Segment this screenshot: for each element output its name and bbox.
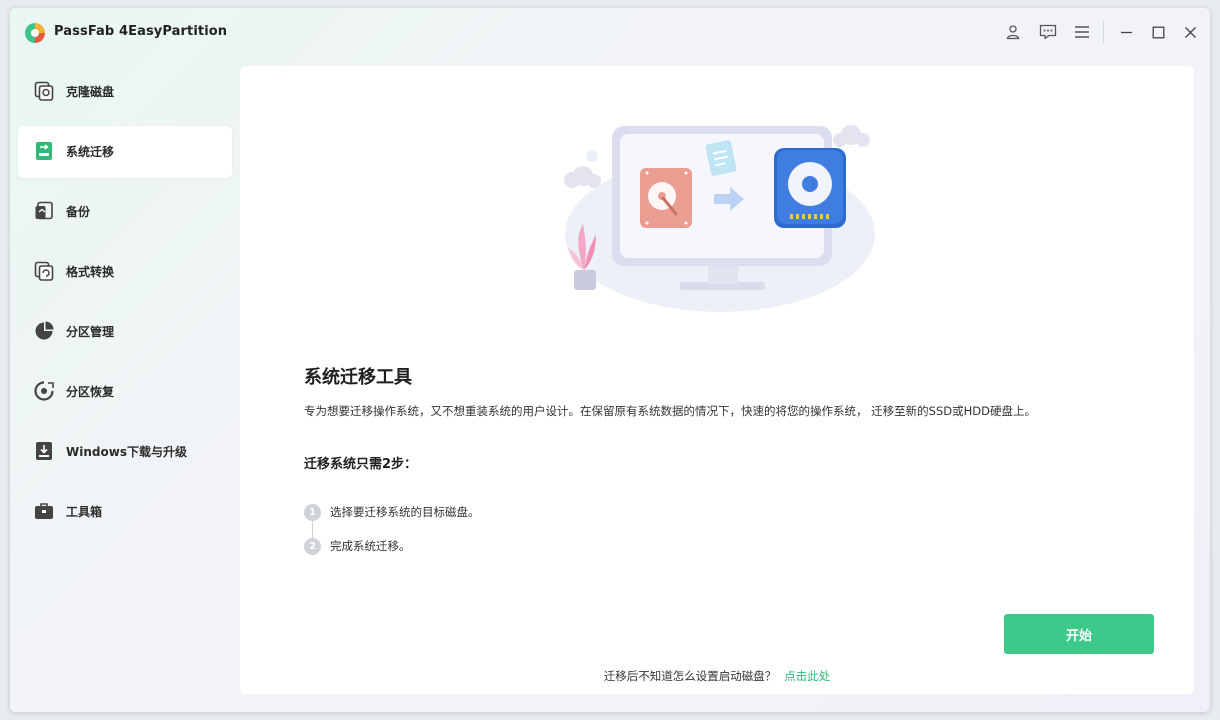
minimize-icon[interactable]: [1114, 20, 1138, 44]
sidebar-item-label: 系统迁移: [66, 145, 115, 159]
sidebar-item-format-convert[interactable]: 格式转换: [18, 246, 232, 298]
format-convert-icon: [34, 261, 54, 281]
cloud-icon: [564, 166, 601, 188]
sidebar-item-label: 备份: [66, 205, 91, 219]
target-disk-icon: [774, 148, 846, 228]
sidebar-item-label: 工具箱: [66, 505, 103, 519]
menu-icon[interactable]: [1070, 20, 1094, 44]
steps-title: 迁移系统只需2步：: [304, 457, 418, 472]
footer-hint-text: 迁移后不知道怎么设置启动磁盘？: [603, 669, 777, 683]
backup-icon: [35, 201, 53, 220]
step-number: 1: [304, 503, 321, 521]
source-disk-icon: [640, 168, 692, 228]
sidebar-item-label: 分区恢复: [66, 385, 115, 399]
start-button[interactable]: 开始: [1004, 614, 1154, 654]
user-icon[interactable]: [1001, 20, 1025, 44]
sidebar-item-partition-manage[interactable]: 分区管理: [18, 306, 232, 358]
app-window: PassFab 4EasyPartition 克隆磁盘 系统迁移 备份 格式转换…: [10, 8, 1210, 712]
sidebar-item-clone-disk[interactable]: 克隆磁盘: [18, 66, 232, 118]
sidebar-item-backup[interactable]: 备份: [18, 186, 232, 238]
partition-recovery-icon: [34, 381, 54, 401]
sidebar-item-system-migration[interactable]: 系统迁移: [18, 126, 232, 178]
sidebar-item-label: 分区管理: [66, 325, 115, 339]
sidebar-item-partition-recovery[interactable]: 分区恢复: [18, 366, 232, 418]
sidebar-item-windows-download[interactable]: Windows下载与升级: [18, 426, 232, 478]
maximize-icon[interactable]: [1146, 20, 1170, 44]
footer-hint: 迁移后不知道怎么设置启动磁盘？ 点击此处: [240, 668, 1194, 684]
sidebar-item-label: Windows下载与升级: [66, 445, 187, 459]
sidebar-item-toolbox[interactable]: 工具箱: [18, 486, 232, 538]
step-item: 1 选择要迁移系统的目标磁盘。: [304, 503, 480, 521]
click-here-link[interactable]: 点击此处: [784, 669, 830, 683]
step-text: 完成系统迁移。: [330, 539, 411, 553]
system-migration-icon: [36, 142, 52, 160]
feedback-icon[interactable]: [1036, 20, 1060, 44]
main-panel: 系统迁移工具 专为想要迁移操作系统，又不想重装系统的用户设计。在保留原有系统数据…: [240, 66, 1194, 694]
app-title: PassFab 4EasyPartition: [54, 24, 228, 39]
cloud-icon: [833, 125, 870, 147]
step-number: 2: [304, 537, 321, 555]
page-description: 专为想要迁移操作系统，又不想重装系统的用户设计。在保留原有系统数据的情况下，快速…: [304, 404, 1036, 418]
app-logo-icon: [25, 23, 45, 43]
windows-download-icon: [36, 442, 52, 460]
title-bar: PassFab 4EasyPartition: [10, 8, 1210, 58]
page-title: 系统迁移工具: [304, 367, 412, 388]
sidebar-item-label: 克隆磁盘: [66, 85, 115, 99]
step-text: 选择要迁移系统的目标磁盘。: [330, 505, 480, 519]
partition-manage-icon: [35, 321, 54, 340]
clone-disk-icon: [34, 81, 54, 101]
sidebar-item-label: 格式转换: [66, 265, 115, 279]
migration-illustration: [564, 125, 875, 312]
step-item: 2 完成系统迁移。: [304, 537, 411, 555]
close-icon[interactable]: [1178, 20, 1202, 44]
titlebar-separator: [1103, 21, 1104, 43]
step-connector: [312, 521, 313, 538]
toolbox-icon: [35, 503, 53, 519]
